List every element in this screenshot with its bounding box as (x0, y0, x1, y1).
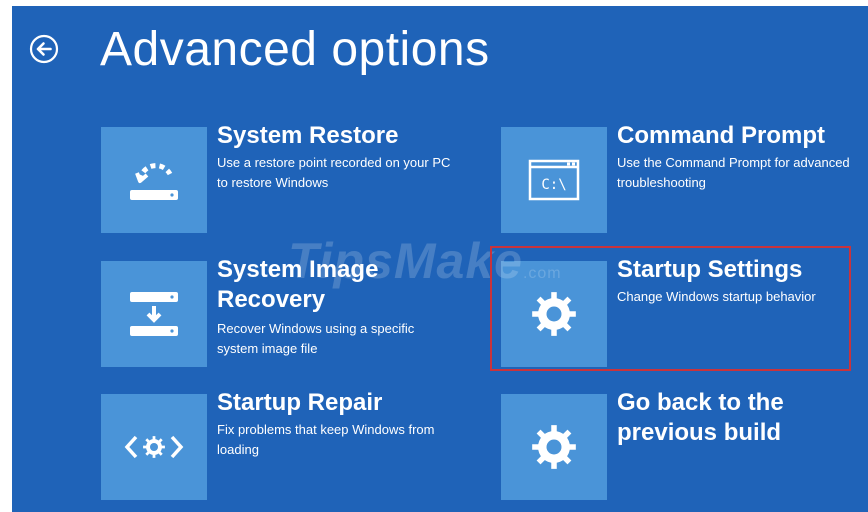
command-prompt-tile: C:\ (501, 127, 607, 233)
option-command-prompt[interactable]: C:\ Command Prompt Use the Command Promp… (501, 122, 861, 233)
option-description: Fix problems that keep Windows from load… (217, 422, 435, 457)
option-title: Startup Repair (217, 389, 383, 416)
command-prompt-icon-text: C:\ (541, 177, 566, 193)
system-restore-tile (101, 127, 207, 233)
option-go-back-previous-build[interactable]: Go back to the previous build (501, 389, 861, 500)
option-title: Go back to the previous build (617, 389, 784, 446)
option-description: Use the Command Prompt for advanced trou… (617, 155, 850, 190)
advanced-options-screen: Advanced options System Restore Use a re… (12, 6, 868, 512)
gear-icon (532, 425, 576, 469)
option-system-restore[interactable]: System Restore Use a restore point recor… (101, 122, 461, 233)
command-prompt-icon: C:\ (528, 159, 580, 201)
startup-repair-tile (101, 394, 207, 500)
page-title: Advanced options (100, 23, 490, 76)
startup-repair-icon (124, 435, 184, 459)
watermark-brand: TipsMake (288, 233, 523, 289)
system-image-icon (130, 292, 178, 336)
system-restore-icon (130, 163, 178, 200)
option-title: System Restore (217, 122, 399, 149)
option-description: Recover Windows using a specific system … (217, 321, 415, 356)
highlight-box (490, 246, 851, 371)
option-startup-repair[interactable]: Startup Repair Fix problems that keep Wi… (101, 389, 461, 500)
back-arrow-icon[interactable] (28, 33, 60, 65)
option-title: Command Prompt (617, 122, 826, 149)
go-back-tile (501, 394, 607, 500)
system-image-tile (101, 261, 207, 367)
option-description: Use a restore point recorded on your PC … (217, 155, 451, 190)
